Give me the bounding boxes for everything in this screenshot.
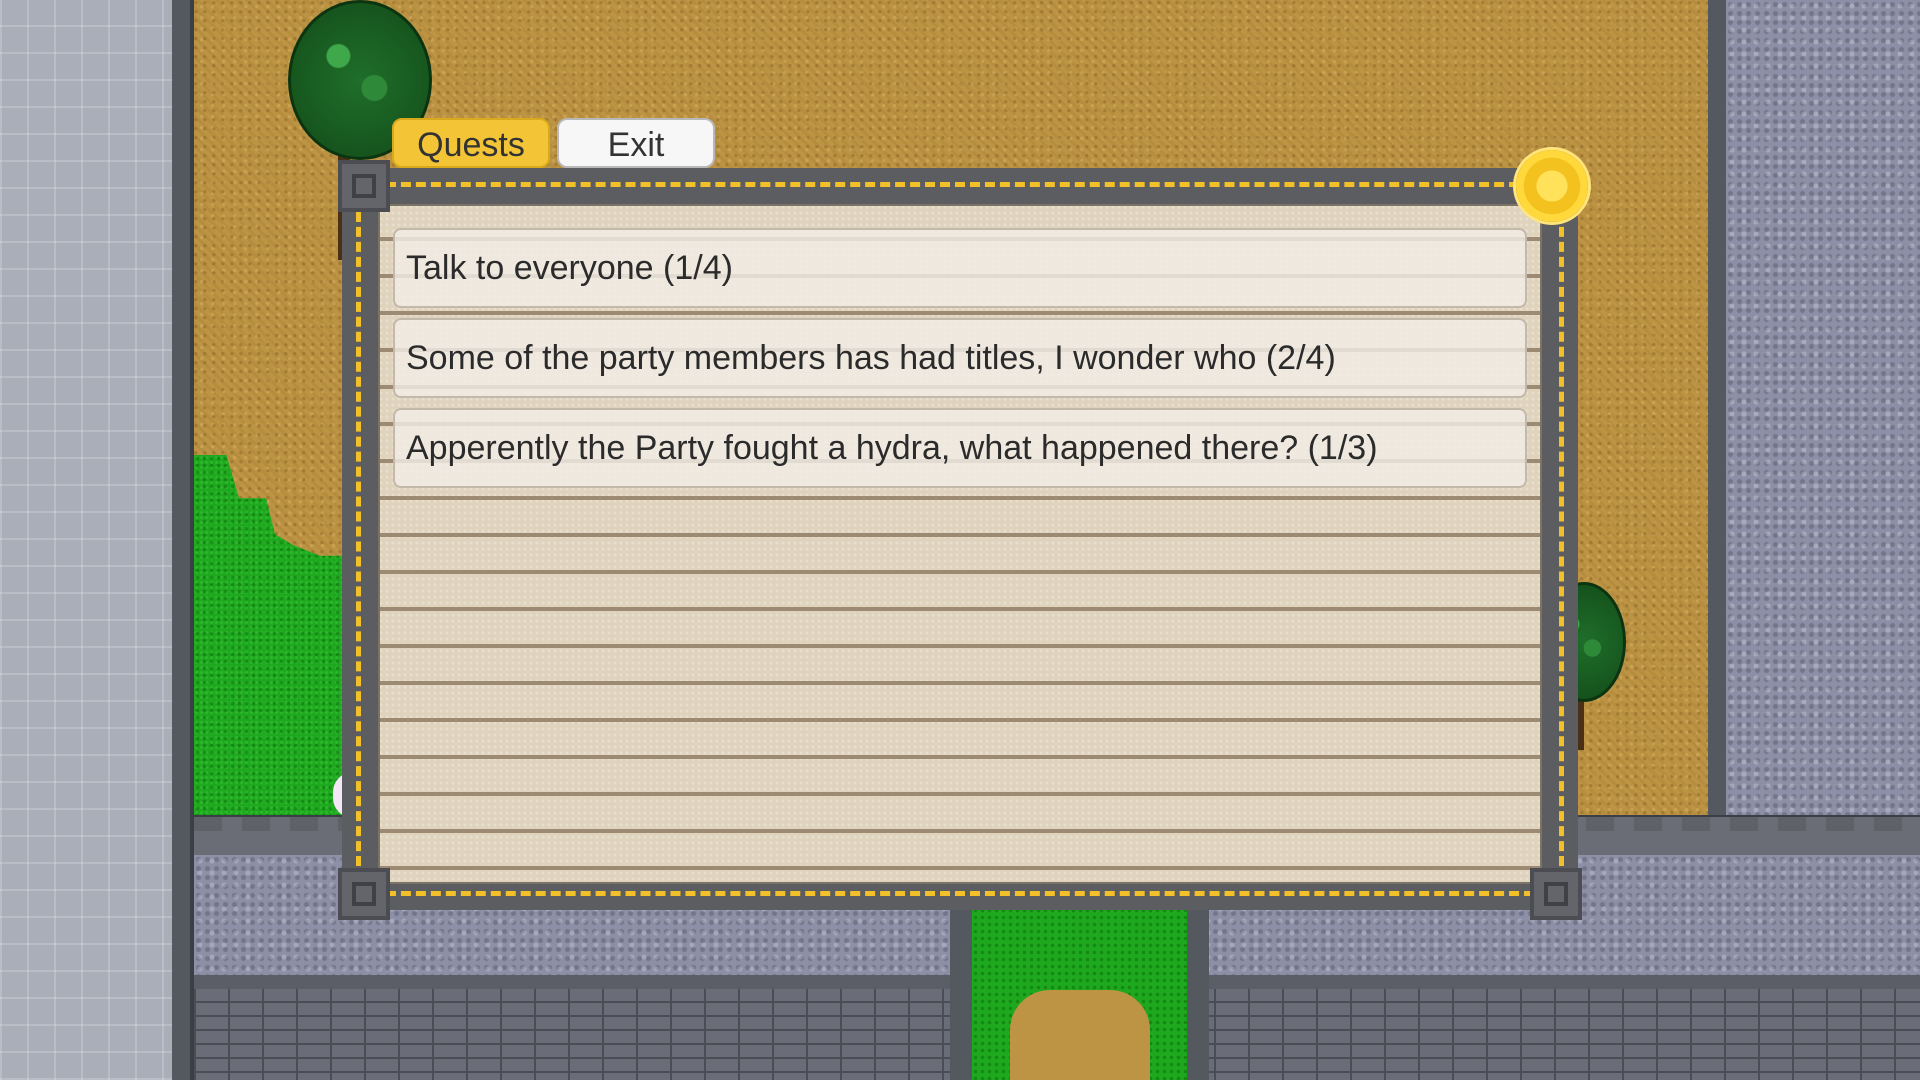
spiral-corner-icon — [338, 868, 390, 920]
exit-button[interactable]: Exit — [557, 118, 715, 168]
quest-item[interactable]: Apperently the Party fought a hydra, wha… — [393, 408, 1527, 488]
stone-pavement — [0, 0, 172, 1080]
left-wall — [172, 0, 194, 1080]
gate-dirt-path — [1010, 990, 1150, 1080]
spiral-corner-icon — [1530, 868, 1582, 920]
quest-item[interactable]: Talk to everyone (1/4) — [393, 228, 1527, 308]
spiral-corner-icon — [338, 160, 390, 212]
right-castle-wall — [1708, 0, 1920, 860]
tab-quests[interactable]: Quests — [392, 118, 550, 168]
gold-medal-icon — [1516, 150, 1588, 222]
quest-item[interactable]: Some of the party members has had titles… — [393, 318, 1527, 398]
quest-list: Talk to everyone (1/4) Some of the party… — [393, 228, 1527, 498]
